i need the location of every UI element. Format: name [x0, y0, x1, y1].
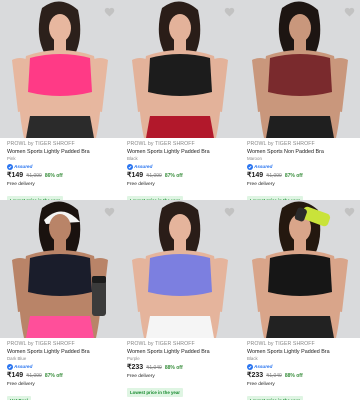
delivery-info: Free delivery: [7, 382, 35, 387]
assured-label: Assured: [254, 363, 273, 369]
discount-percent: 88% off: [284, 373, 303, 379]
product-info: PROWL by TIGER SHROFF Women Sports Light…: [127, 141, 237, 200]
assured-badge: Assured: [247, 163, 357, 170]
wishlist-heart-icon[interactable]: [342, 5, 356, 19]
original-price: ₹1,049: [146, 365, 162, 371]
product-color: Maroon: [247, 156, 262, 161]
product-title[interactable]: Women Sports Lightly Padded Bra: [7, 148, 117, 156]
product-title[interactable]: Women Sports Lightly Padded Bra: [127, 148, 237, 156]
assured-check-icon: [247, 163, 253, 170]
assured-badge: Assured: [247, 363, 357, 370]
product-info: PROWL by TIGER SHROFF Women Sports Light…: [247, 341, 357, 400]
product-info: PROWL by TIGER SHROFF Women Sports Light…: [7, 341, 117, 400]
assured-check-icon: [127, 163, 133, 170]
assured-badge: Assured: [7, 363, 117, 370]
product-image[interactable]: [240, 0, 360, 138]
product-color: Black: [247, 356, 258, 361]
product-image[interactable]: [120, 200, 240, 338]
product-brand: PROWL by TIGER SHROFF: [127, 141, 195, 147]
assured-check-icon: [247, 363, 253, 370]
deal-badge: Lowest price in the year: [127, 388, 184, 397]
assured-badge: Assured: [7, 163, 117, 170]
discount-percent: 87% off: [164, 173, 183, 179]
delivery-info: Free delivery: [247, 182, 275, 187]
wishlist-heart-icon[interactable]: [342, 205, 356, 219]
product-title[interactable]: Women Sports Lightly Padded Bra: [247, 348, 357, 356]
assured-check-icon: [7, 363, 13, 370]
assured-label: Assured: [254, 163, 273, 169]
price-row: ₹233 ₹1,049 88% off: [127, 363, 237, 373]
price-row: ₹149 ₹1,099 87% off: [7, 371, 117, 381]
delivery-info: Free delivery: [247, 382, 275, 387]
price-row: ₹233 ₹1,049 88% off: [247, 371, 357, 381]
assured-label: Assured: [14, 163, 33, 169]
selling-price: ₹149: [247, 172, 264, 179]
assured-badge: Assured: [127, 163, 237, 170]
product-image[interactable]: [0, 0, 120, 138]
product-card[interactable]: PROWL by TIGER SHROFF Women Sports Light…: [120, 0, 240, 200]
product-image[interactable]: [0, 200, 120, 338]
product-grid: PROWL by TIGER SHROFF Women Sports Light…: [0, 0, 360, 400]
product-brand: PROWL by TIGER SHROFF: [7, 141, 75, 147]
deal-badge: Hot Deal: [7, 396, 31, 400]
product-image[interactable]: [120, 0, 240, 138]
discount-percent: 86% off: [44, 173, 63, 179]
assured-label: Assured: [14, 363, 33, 369]
selling-price: ₹233: [127, 364, 144, 371]
original-price: ₹1,099: [146, 173, 162, 179]
wishlist-heart-icon[interactable]: [102, 205, 116, 219]
product-color: Black: [127, 156, 138, 161]
original-price: ₹1,099: [266, 173, 282, 179]
product-card[interactable]: PROWL by TIGER SHROFF Women Sports Light…: [120, 200, 240, 400]
product-title[interactable]: Women Sports Non Padded Bra: [247, 148, 357, 156]
product-image[interactable]: [240, 200, 360, 338]
product-card[interactable]: PROWL by TIGER SHROFF Women Sports Light…: [240, 200, 360, 400]
delivery-info: Free delivery: [127, 182, 155, 187]
selling-price: ₹233: [247, 372, 264, 379]
product-color: Pink: [7, 156, 16, 161]
discount-percent: 87% off: [284, 173, 303, 179]
product-info: PROWL by TIGER SHROFF Women Sports Non P…: [247, 141, 357, 200]
product-card[interactable]: PROWL by TIGER SHROFF Women Sports Non P…: [240, 0, 360, 200]
original-price: ₹1,049: [266, 373, 282, 379]
product-color: Dark Blue: [7, 356, 27, 361]
original-price: ₹1,099: [26, 373, 42, 379]
discount-percent: 87% off: [44, 373, 63, 379]
product-brand: PROWL by TIGER SHROFF: [247, 141, 315, 147]
product-card[interactable]: PROWL by TIGER SHROFF Women Sports Light…: [0, 200, 120, 400]
discount-percent: 88% off: [164, 365, 183, 371]
deal-badge: Lowest price in the year: [247, 396, 304, 400]
wishlist-heart-icon[interactable]: [222, 5, 236, 19]
selling-price: ₹149: [127, 172, 144, 179]
product-card[interactable]: PROWL by TIGER SHROFF Women Sports Light…: [0, 0, 120, 200]
product-brand: PROWL by TIGER SHROFF: [127, 341, 195, 347]
product-brand: PROWL by TIGER SHROFF: [7, 341, 75, 347]
product-color: Purple: [127, 356, 140, 361]
price-row: ₹149 ₹1,099 87% off: [247, 171, 357, 181]
product-info: PROWL by TIGER SHROFF Women Sports Light…: [127, 341, 237, 399]
price-row: ₹149 ₹1,099 87% off: [127, 171, 237, 181]
selling-price: ₹149: [7, 372, 24, 379]
selling-price: ₹149: [7, 172, 24, 179]
assured-label: Assured: [134, 163, 153, 169]
delivery-info: Free delivery: [127, 374, 155, 379]
product-brand: PROWL by TIGER SHROFF: [247, 341, 315, 347]
original-price: ₹1,099: [26, 173, 42, 179]
assured-check-icon: [7, 163, 13, 170]
delivery-info: Free delivery: [7, 182, 35, 187]
product-title[interactable]: Women Sports Lightly Padded Bra: [7, 348, 117, 356]
wishlist-heart-icon[interactable]: [222, 205, 236, 219]
product-info: PROWL by TIGER SHROFF Women Sports Light…: [7, 141, 117, 200]
wishlist-heart-icon[interactable]: [102, 5, 116, 19]
product-title[interactable]: Women Sports Lightly Padded Bra: [127, 348, 237, 356]
price-row: ₹149 ₹1,099 86% off: [7, 171, 117, 181]
